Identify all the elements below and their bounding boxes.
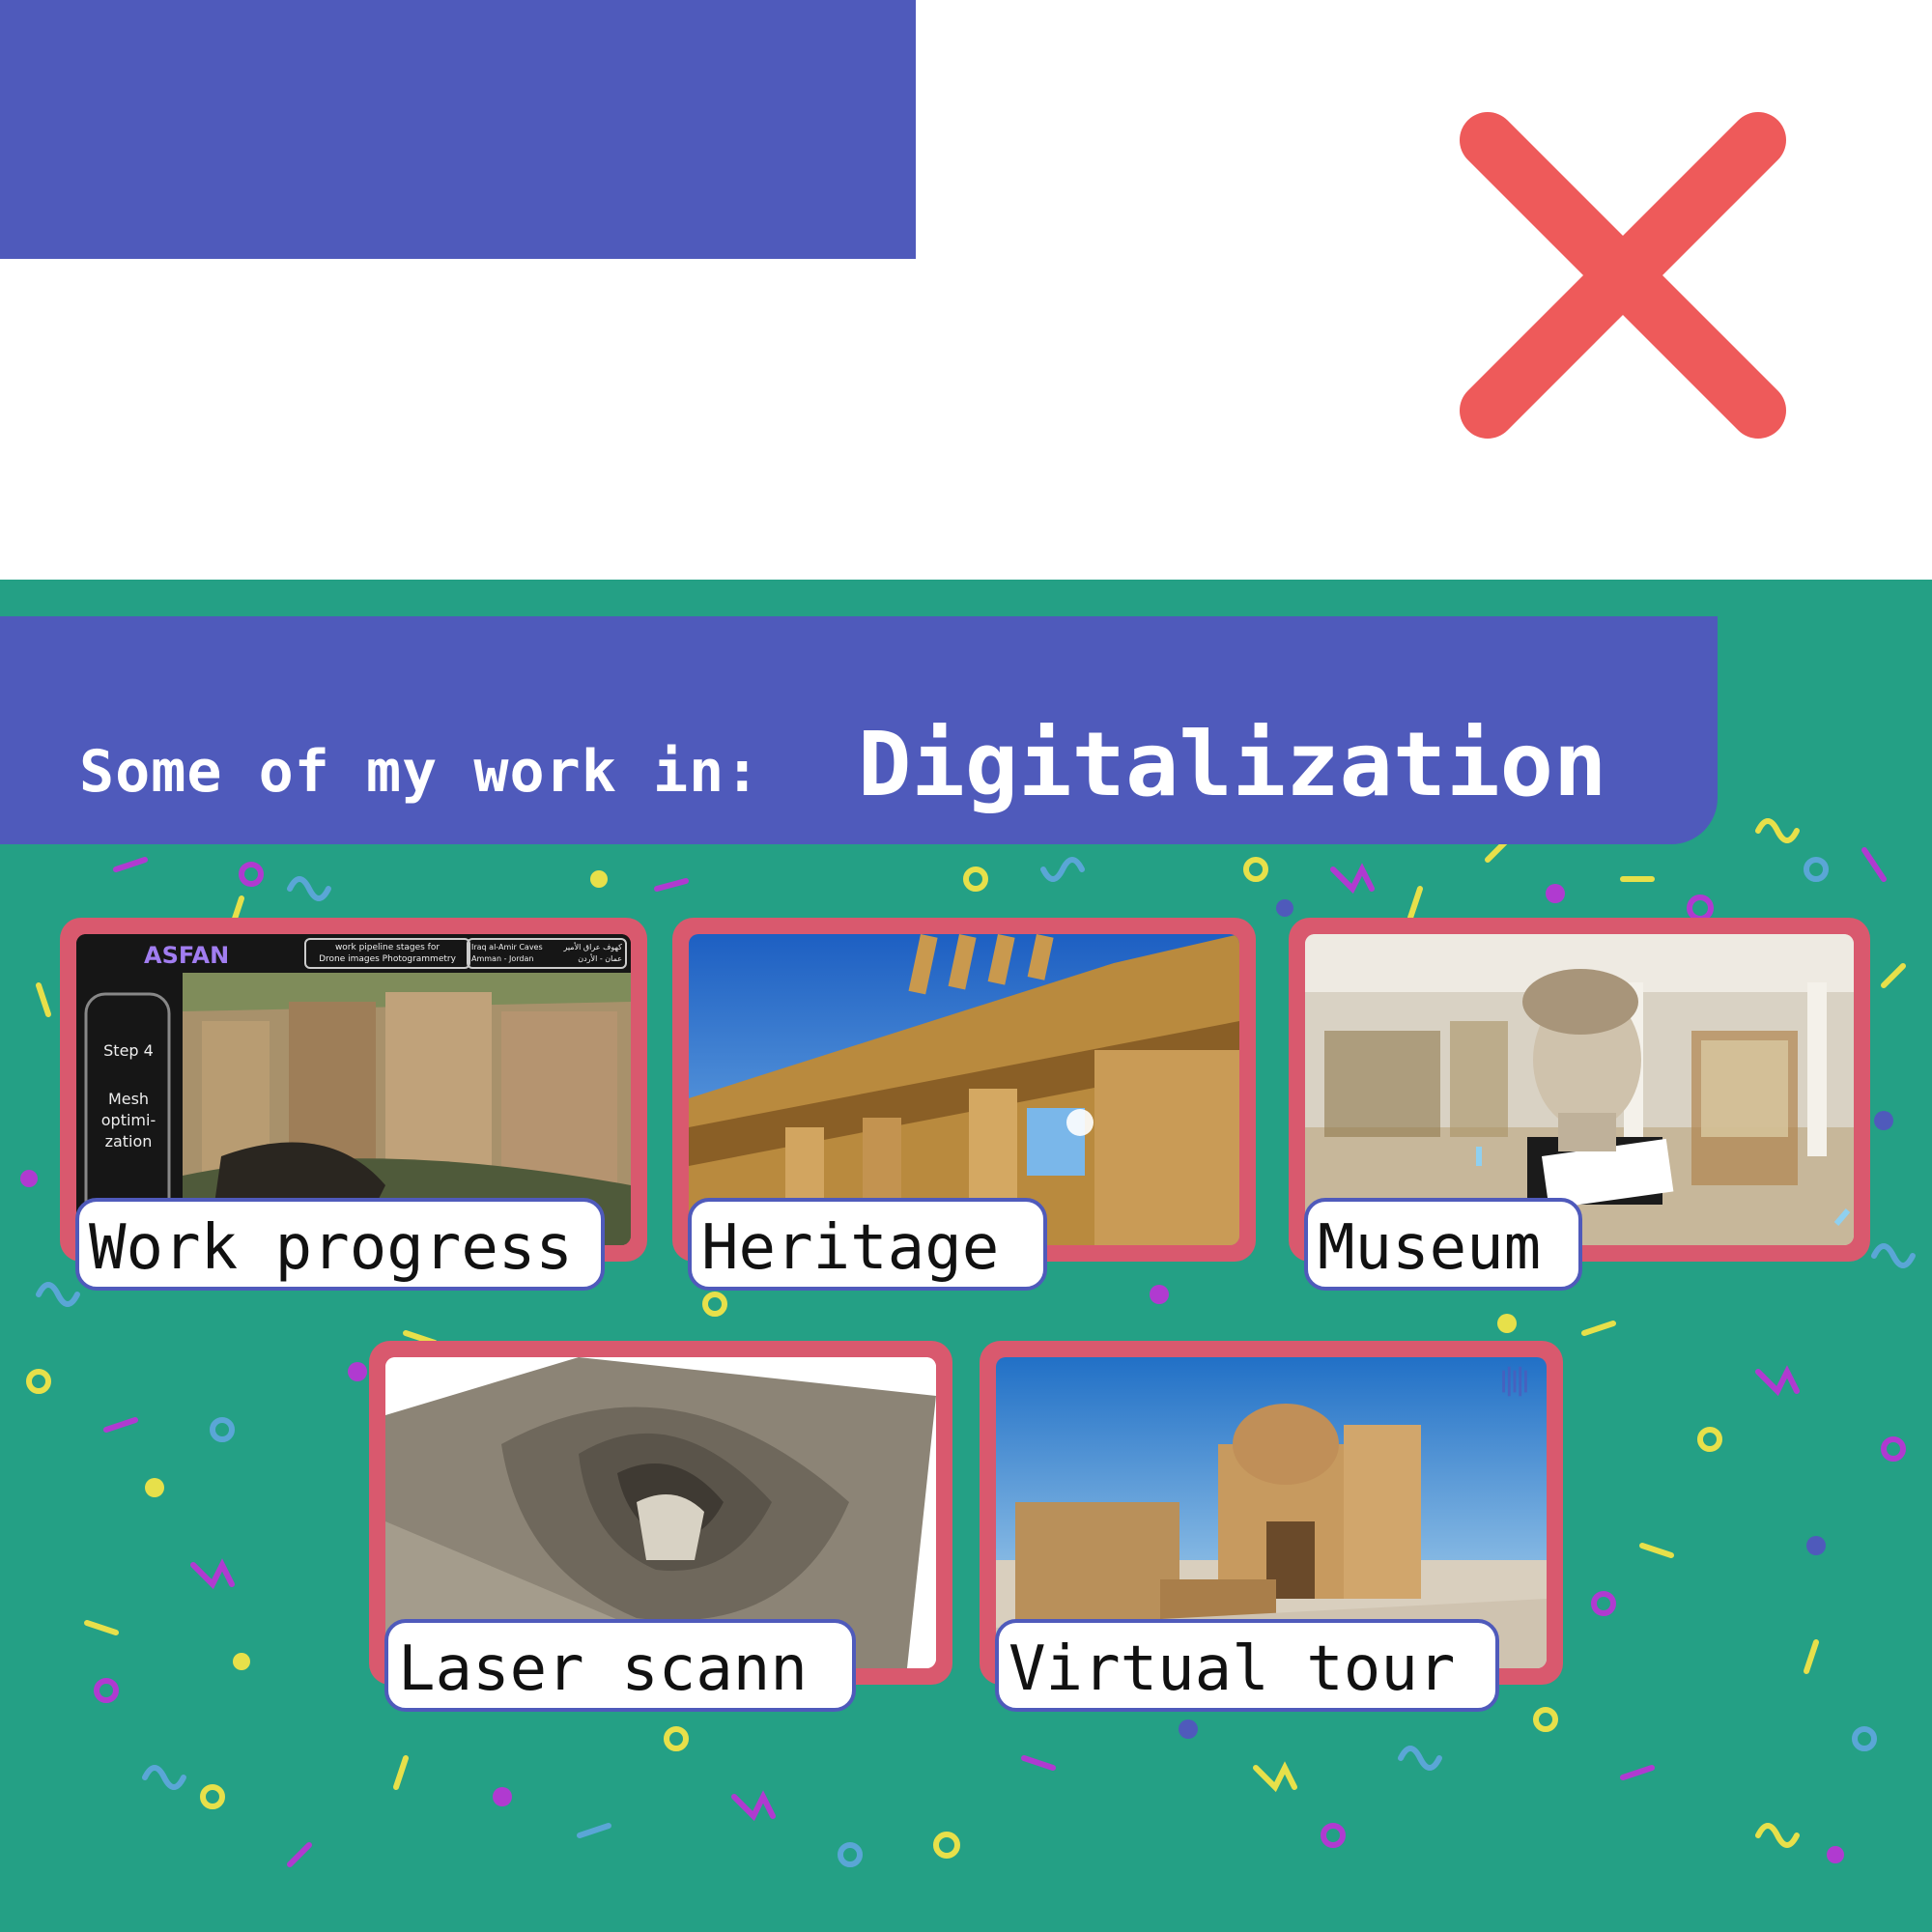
title-banner: Some of my work in: Digitalization [0, 616, 1718, 844]
portfolio-panel: Some of my work in: Digitalization ASFAN… [0, 580, 1932, 1932]
virtual-tour-label[interactable]: Virtual tour [995, 1619, 1499, 1712]
asfan-watermark-icon [1502, 1366, 1527, 1397]
location-box: Iraq al-Amir Caves Amman - Jordan كهوف ع… [467, 938, 627, 969]
pipeline-title-box: work pipeline stages for Drone images Ph… [304, 938, 470, 969]
pipeline-title-line1: work pipeline stages for [334, 943, 440, 952]
location-arabic-line1: كهوف عراق الأمير [563, 943, 622, 952]
close-x-icon [1460, 112, 1786, 439]
location-line2: Amman - Jordan [471, 954, 534, 963]
step-sidebar: Step 4 Mesh optimi- zation [88, 1040, 169, 1152]
page-title: Digitalization [858, 713, 1607, 816]
title-prefix: Some of my work in: [79, 738, 761, 806]
stage-label-line3: zation [104, 1132, 153, 1151]
location-arabic-line2: عمان - الأردن [578, 954, 622, 963]
top-banner [0, 0, 916, 259]
step-label: Step 4 [103, 1041, 154, 1060]
work-progress-label[interactable]: Work progress [75, 1198, 605, 1291]
stage-label-line1: Mesh [107, 1090, 150, 1108]
pipeline-title-line2: Drone images Photogrammetry [319, 954, 456, 964]
laser-scann-label[interactable]: Laser scann [384, 1619, 856, 1712]
museum-label[interactable]: Museum [1304, 1198, 1582, 1291]
brand-logo-text: ASFAN [144, 942, 230, 969]
location-line1: Iraq al-Amir Caves [471, 943, 543, 952]
close-button[interactable] [1459, 111, 1787, 440]
heritage-label[interactable]: Heritage [688, 1198, 1047, 1291]
stage-label-line2: optimi- [100, 1111, 156, 1129]
